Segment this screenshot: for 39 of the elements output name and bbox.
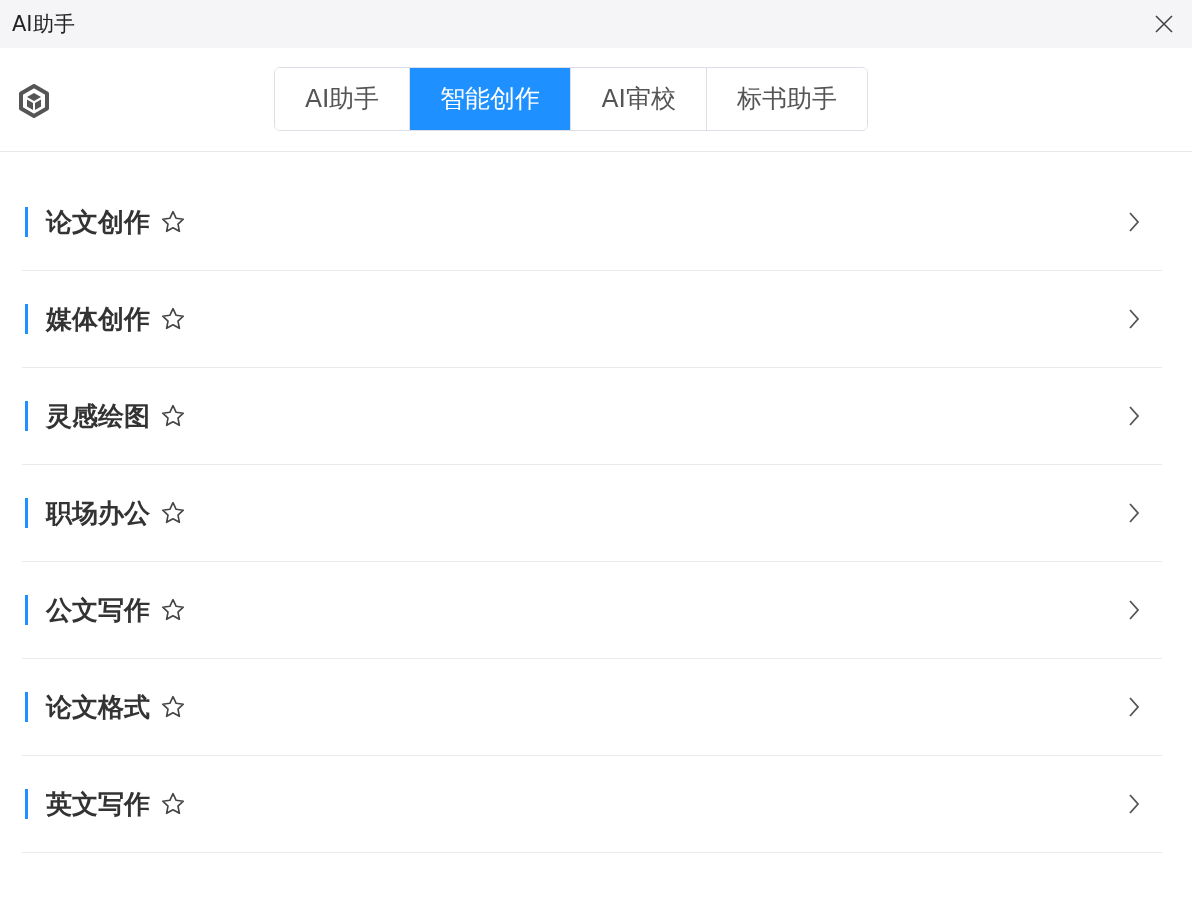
star-icon[interactable] <box>160 791 186 817</box>
star-icon[interactable] <box>160 597 186 623</box>
category-row[interactable]: 公文写作 <box>22 562 1162 659</box>
category-row[interactable]: 论文格式 <box>22 659 1162 756</box>
accent-bar <box>25 304 28 334</box>
chevron-right-icon <box>1128 211 1140 233</box>
category-row[interactable]: 职场办公 <box>22 465 1162 562</box>
chevron-right-icon <box>1128 502 1140 524</box>
chevron-right-icon <box>1128 599 1140 621</box>
category-label: 公文写作 <box>46 593 150 627</box>
cube-icon[interactable] <box>18 84 50 118</box>
star-icon[interactable] <box>160 694 186 720</box>
accent-bar <box>25 498 28 528</box>
accent-bar <box>25 789 28 819</box>
chevron-right-icon <box>1128 308 1140 330</box>
close-icon[interactable] <box>1154 14 1174 34</box>
accent-bar <box>25 595 28 625</box>
chevron-right-icon <box>1128 793 1140 815</box>
accent-bar <box>25 692 28 722</box>
category-label: 论文格式 <box>46 690 150 724</box>
category-row[interactable]: 灵感绘图 <box>22 368 1162 465</box>
window-title: AI助手 <box>12 11 75 38</box>
star-icon[interactable] <box>160 403 186 429</box>
star-icon[interactable] <box>160 209 186 235</box>
chevron-right-icon <box>1128 696 1140 718</box>
category-row[interactable]: 英文写作 <box>22 756 1162 853</box>
star-icon[interactable] <box>160 500 186 526</box>
category-row[interactable]: 论文创作 <box>22 174 1162 271</box>
accent-bar <box>25 207 28 237</box>
category-label: 媒体创作 <box>46 302 150 336</box>
tab[interactable]: 标书助手 <box>705 67 867 130</box>
category-label: 英文写作 <box>46 787 150 821</box>
chevron-right-icon <box>1128 405 1140 427</box>
category-row[interactable]: 媒体创作 <box>22 271 1162 368</box>
category-label: 论文创作 <box>46 205 150 239</box>
accent-bar <box>25 401 28 431</box>
category-label: 职场办公 <box>46 496 150 530</box>
category-label: 灵感绘图 <box>46 399 150 433</box>
star-icon[interactable] <box>160 306 186 332</box>
